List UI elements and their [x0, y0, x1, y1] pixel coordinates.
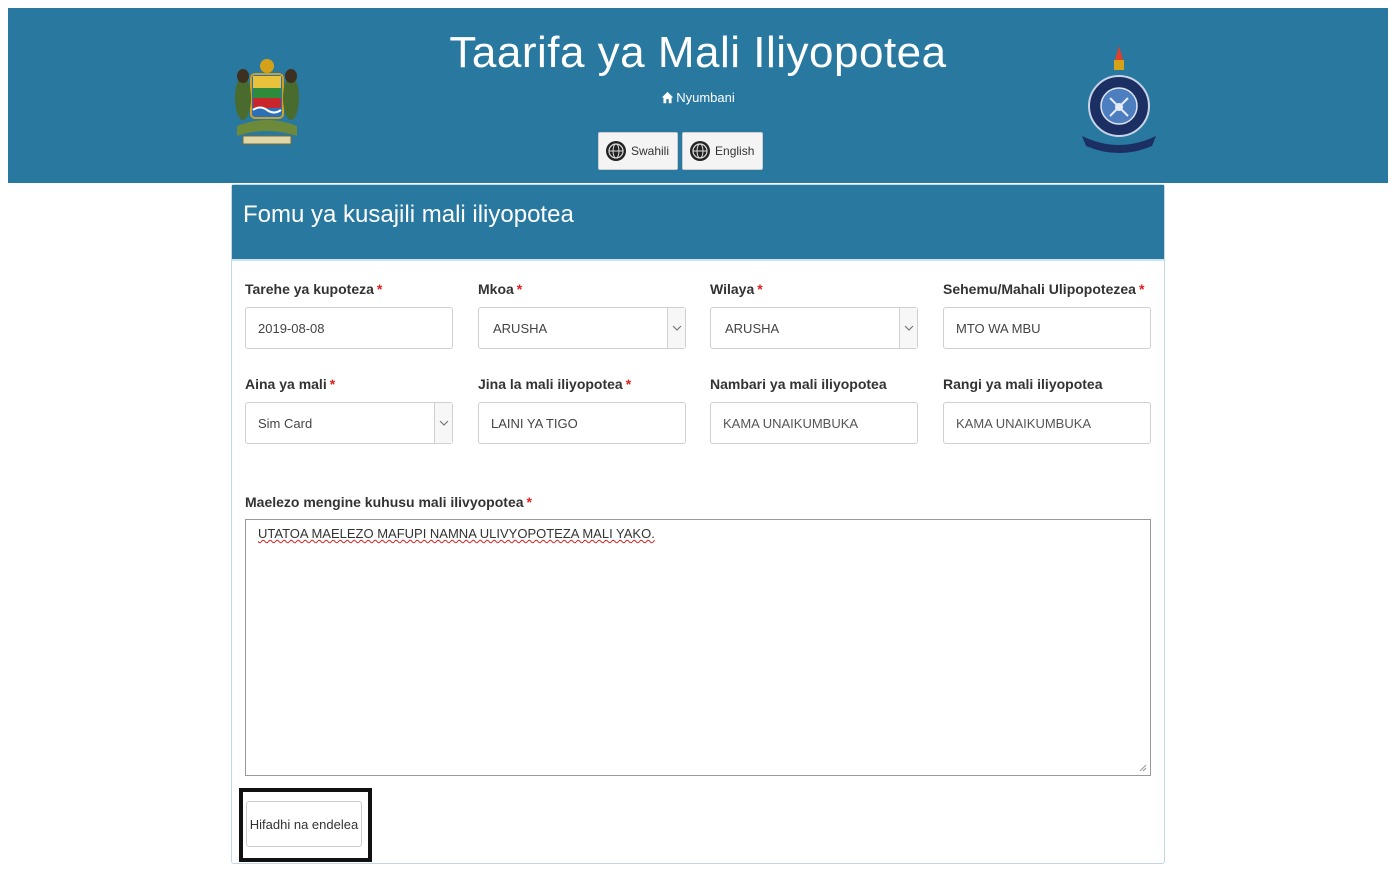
- description-value: UTATOA MAELEZO MAFUPI NAMNA ULIVYOPOTEZA…: [258, 526, 655, 541]
- property-name-input[interactable]: LAINI YA TIGO: [478, 402, 686, 444]
- police-emblem-logo: [1082, 46, 1156, 153]
- english-button[interactable]: English: [682, 132, 764, 170]
- place-input[interactable]: MTO WA MBU: [943, 307, 1151, 349]
- page-header: Taarifa ya Mali Iliyopotea Nyumbani Swah…: [8, 8, 1388, 183]
- chevron-down-icon: [667, 308, 685, 348]
- district-value: ARUSHA: [725, 320, 780, 336]
- home-link[interactable]: Nyumbani: [8, 90, 1388, 105]
- description-label: Maelezo mengine kuhusu mali ilivyopotea *: [245, 494, 532, 510]
- date-label-text: Tarehe ya kupoteza: [245, 281, 374, 297]
- place-value: MTO WA MBU: [956, 320, 1041, 336]
- home-link-label: Nyumbani: [676, 90, 735, 105]
- swahili-button[interactable]: Swahili: [598, 132, 679, 170]
- required-marker: *: [526, 494, 532, 510]
- type-label: Aina ya mali *: [245, 376, 335, 392]
- chevron-down-icon: [899, 308, 917, 348]
- required-marker: *: [757, 281, 763, 297]
- color-label-text: Rangi ya mali iliyopotea: [943, 376, 1103, 392]
- region-label-text: Mkoa: [478, 281, 514, 297]
- region-value: ARUSHA: [493, 320, 548, 336]
- property-type-select[interactable]: Sim Card: [245, 402, 453, 444]
- swahili-label: Swahili: [631, 144, 670, 158]
- chevron-down-icon: [434, 403, 452, 443]
- required-marker: *: [1138, 281, 1145, 297]
- globe-icon: [606, 141, 626, 161]
- name-label: Jina la mali iliyopotea *: [478, 376, 631, 392]
- language-switcher: Swahili English: [598, 132, 764, 170]
- property-number-input[interactable]: KAMA UNAIKUMBUKA: [710, 402, 918, 444]
- date-label: Tarehe ya kupoteza *: [245, 281, 382, 297]
- name-label-text: Jina la mali iliyopotea: [478, 376, 623, 392]
- required-marker: *: [329, 376, 336, 392]
- color-label: Rangi ya mali iliyopotea: [943, 376, 1103, 392]
- date-input[interactable]: 2019-08-08: [245, 307, 453, 349]
- district-label-text: Wilaya: [710, 281, 755, 297]
- globe-icon: [690, 141, 711, 161]
- region-select[interactable]: ARUSHA: [478, 307, 686, 349]
- required-marker: *: [376, 281, 383, 297]
- district-label: Wilaya *: [710, 281, 763, 297]
- description-label-text: Maelezo mengine kuhusu mali ilivyopotea: [245, 494, 524, 510]
- home-icon: [662, 91, 674, 104]
- district-select[interactable]: ARUSHA: [710, 307, 918, 349]
- color-placeholder: KAMA UNAIKUMBUKA: [956, 415, 1092, 431]
- place-label: Sehemu/Mahali Ulipopotezea *: [943, 281, 1144, 297]
- required-marker: *: [516, 281, 523, 297]
- date-value: 2019-08-08: [258, 320, 325, 336]
- description-textarea[interactable]: UTATOA MAELEZO MAFUPI NAMNA ULIVYOPOTEZA…: [245, 519, 1151, 776]
- number-placeholder: KAMA UNAIKUMBUKA: [723, 415, 859, 431]
- resize-grip-icon[interactable]: [1139, 764, 1147, 772]
- required-marker: *: [625, 376, 632, 392]
- lost-property-form-panel: Fomu ya kusajili mali iliyopotea Tarehe …: [231, 184, 1165, 864]
- region-label: Mkoa *: [478, 281, 522, 297]
- save-and-continue-button[interactable]: Hifadhi na endelea: [246, 801, 362, 847]
- place-label-text: Sehemu/Mahali Ulipopotezea: [943, 281, 1136, 297]
- number-label-text: Nambari ya mali iliyopotea: [710, 376, 887, 392]
- type-value: Sim Card: [258, 415, 313, 431]
- property-color-input[interactable]: KAMA UNAIKUMBUKA: [943, 402, 1151, 444]
- form-title: Fomu ya kusajili mali iliyopotea: [232, 185, 1164, 261]
- name-value: LAINI YA TIGO: [491, 415, 578, 431]
- number-label: Nambari ya mali iliyopotea: [710, 376, 887, 392]
- english-label: English: [715, 144, 755, 158]
- type-label-text: Aina ya mali: [245, 376, 327, 392]
- page-title: Taarifa ya Mali Iliyopotea: [449, 28, 947, 77]
